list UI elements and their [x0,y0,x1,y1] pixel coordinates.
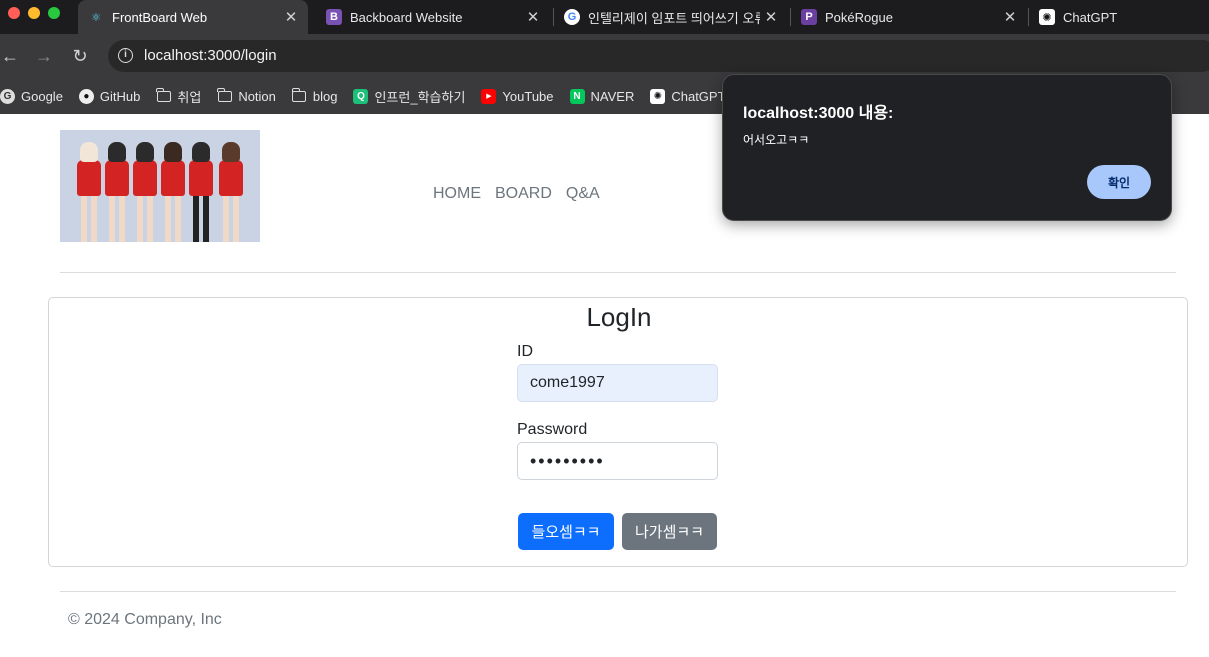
login-title: LogIn [586,302,652,332]
login-submit-button[interactable]: 들오셈ㅋㅋ [518,513,614,550]
banner-figure [133,142,157,242]
bookmark-naver[interactable]: N NAVER [569,88,634,104]
tab-frontboard[interactable]: ⚛ FrontBoard Web ✕ [78,0,308,34]
alert-ok-button[interactable]: 확인 [1087,165,1151,199]
folder-icon [156,87,171,104]
login-cancel-button[interactable]: 나가셈ㅋㅋ [622,513,717,550]
main-nav: HOME BOARD Q&A [433,185,600,203]
back-arrow-icon[interactable]: ← [0,44,22,68]
react-icon: ⚛ [91,11,101,24]
forward-arrow-icon[interactable]: → [32,44,56,68]
bookmark-folder-notion[interactable]: Notion [217,87,276,104]
header-divider [60,272,1176,273]
header-banner-image [60,130,260,242]
bootstrap-icon: B [326,9,342,25]
browser-toolbar: ← → ↻ i localhost:3000/login [0,34,1209,78]
close-icon[interactable]: ✕ [522,8,544,26]
password-label: Password [517,421,588,438]
site-info-icon[interactable]: i [118,48,133,63]
naver-icon: N [569,88,585,104]
id-label: ID [517,343,533,360]
google-icon: G [0,88,15,104]
footer-divider [60,591,1176,592]
tab-backboard[interactable]: B Backboard Website ✕ [316,0,550,34]
address-url[interactable]: localhost:3000/login [144,47,277,64]
banner-figure [219,142,243,242]
alert-dialog: localhost:3000 내용: 어서오고ㅋㅋ 확인 [722,74,1172,221]
id-input[interactable]: come1997 [517,364,718,402]
folder-icon [291,87,307,104]
banner-figure [105,142,129,242]
nav-link-home[interactable]: HOME [433,185,481,203]
password-input[interactable]: ••••••••• [517,442,718,480]
banner-figure [161,142,185,242]
bookmark-folder-blog[interactable]: blog [291,87,337,104]
banner-figure [77,142,101,242]
github-icon: ● [78,88,94,104]
nav-link-board[interactable]: BOARD [495,185,552,203]
nav-link-qa[interactable]: Q&A [566,185,600,203]
google-icon: G [564,9,580,25]
window-minimize-button[interactable] [28,7,40,19]
folder-icon [217,87,232,104]
alert-message: 어서오고ㅋㅋ [743,133,810,147]
pokerogue-icon: P [801,9,817,25]
chatgpt-icon: ✺ [650,88,666,104]
footer-copyright: © 2024 Company, Inc [68,611,222,628]
window-maximize-button[interactable] [48,7,60,19]
close-icon[interactable]: ✕ [280,8,302,26]
tab-pokerogue[interactable]: P PokéRogue ✕ [791,0,1027,34]
bookmark-inflearn[interactable]: Q 인프런_학습하기 [353,87,465,106]
reload-icon[interactable]: ↻ [68,44,92,68]
bookmark-google[interactable]: G Google [0,88,63,104]
bookmark-youtube[interactable]: ▶ YouTube [481,88,554,104]
close-icon[interactable]: ✕ [999,8,1021,26]
chatgpt-icon: ✺ [1039,9,1055,25]
tab-google-search[interactable]: G 인텔리제이 임포트 띄어쓰기 오류 - ✕ [554,0,788,34]
youtube-icon: ▶ [481,88,497,104]
tab-chatgpt[interactable]: ✺ ChatGPT [1029,0,1209,34]
close-icon[interactable]: ✕ [760,8,782,26]
inflearn-icon: Q [353,88,369,104]
bookmark-chatgpt[interactable]: ✺ ChatGPT [650,88,726,104]
alert-title: localhost:3000 내용: [743,105,894,122]
window-close-button[interactable] [8,7,20,19]
bookmark-github[interactable]: ● GitHub [78,88,140,104]
bookmark-folder-jobs[interactable]: 취업 [156,87,201,106]
login-card: LogIn ID come1997 Password ••••••••• 들오셈… [48,297,1188,567]
banner-figure [189,142,213,242]
browser-tab-bar: ⚛ FrontBoard Web ✕ B Backboard Website ✕… [0,0,1209,34]
address-bar[interactable]: i localhost:3000/login [108,40,1209,72]
